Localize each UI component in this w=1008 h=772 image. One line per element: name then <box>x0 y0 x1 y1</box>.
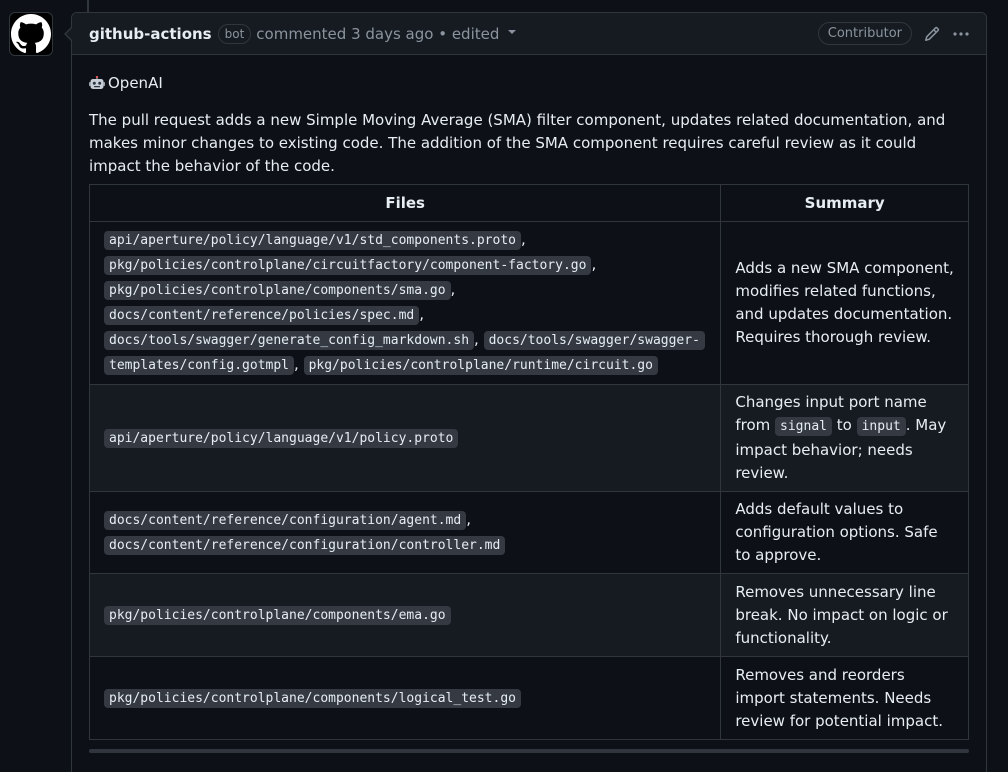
summary-header: Summary <box>720 184 969 222</box>
files-header: Files <box>88 184 722 222</box>
summary-cell: Removes and reorders import statements. … <box>720 656 969 740</box>
file-path-code: docs/content/reference/policies/spec.md <box>104 306 420 325</box>
file-separator: , <box>466 509 471 528</box>
file-separator: , <box>474 330 479 348</box>
agent-name: OpenAI <box>108 73 163 92</box>
kebab-horizontal-icon <box>953 31 969 36</box>
file-path-code: docs/tools/swagger/generate_config_markd… <box>104 331 475 350</box>
file-path-code: docs/content/reference/configuration/age… <box>104 510 467 530</box>
file-separator: , <box>591 255 597 273</box>
intro-paragraph: The pull request adds a new Simple Movin… <box>89 111 946 175</box>
author-link[interactable]: github-actions <box>89 25 212 43</box>
summary-text: to <box>832 416 857 434</box>
files-cell: docs/content/reference/configuration/age… <box>88 491 722 574</box>
comment-card: github-actions bot commented 3 days ago … <box>64 12 987 772</box>
page: github-actions bot commented 3 days ago … <box>0 0 1008 772</box>
table-header-row: Files Summary <box>88 184 969 222</box>
more-options-button[interactable] <box>952 26 970 42</box>
file-path-code: pkg/policies/controlplane/runtime/circui… <box>303 356 658 375</box>
summary-text: Adds default values to configuration opt… <box>735 500 938 564</box>
file-path-code: api/aperture/policy/language/v1/policy.p… <box>104 428 459 448</box>
file-path-code: pkg/policies/controlplane/circuitfactory… <box>104 256 592 275</box>
bot-badge: bot <box>217 23 252 44</box>
file-path-code: docs/content/reference/configuration/con… <box>104 535 506 555</box>
comment-header: github-actions bot commented 3 days ago … <box>72 13 986 55</box>
contributor-badge: Contributor <box>817 22 912 45</box>
files-summary-table: Files Summary api/aperture/policy/langua… <box>88 184 969 740</box>
files-cell: pkg/policies/controlplane/components/ema… <box>88 573 722 657</box>
edit-history-dropdown[interactable] <box>507 27 517 40</box>
files-cell: api/aperture/policy/language/v1/std_comp… <box>88 221 722 385</box>
comment-caret-fill <box>66 27 73 41</box>
file-separator: , <box>450 280 456 298</box>
table-row: pkg/policies/controlplane/components/ema… <box>88 573 969 657</box>
summary-cell: Removes unnecessary line break. No impac… <box>720 573 969 657</box>
summary-cell: Adds default values to configuration opt… <box>720 491 969 574</box>
file-path-code: pkg/policies/controlplane/components/log… <box>104 688 521 708</box>
files-cell: pkg/policies/controlplane/components/log… <box>88 656 722 740</box>
summary-inline-code: input <box>856 417 906 436</box>
robot-emoji-icon <box>89 76 105 89</box>
file-path-code: pkg/policies/controlplane/components/ema… <box>104 605 451 625</box>
timeline-line <box>87 0 89 12</box>
comment-footer-divider <box>89 749 969 753</box>
table-body: api/aperture/policy/language/v1/std_comp… <box>88 221 969 740</box>
summary-text: Removes and reorders import statements. … <box>735 665 943 730</box>
table-row: api/aperture/policy/language/v1/std_comp… <box>88 221 969 385</box>
comment-meta[interactable]: commented 3 days ago • edited <box>256 25 499 43</box>
comment-body: OpenAI The pull request adds a new Simpl… <box>72 55 986 740</box>
file-separator: , <box>294 355 299 373</box>
file-separator: , <box>521 230 526 248</box>
table-row: api/aperture/policy/language/v1/policy.p… <box>88 384 969 492</box>
pencil-icon <box>924 26 940 41</box>
summary-text: Adds a new SMA component, modifies relat… <box>735 259 954 346</box>
edit-button[interactable] <box>924 26 940 42</box>
summary-text: Removes unnecessary line break. No impac… <box>735 582 948 647</box>
file-path-code: api/aperture/policy/language/v1/std_comp… <box>104 231 521 250</box>
table-row: pkg/policies/controlplane/components/log… <box>88 656 969 740</box>
table-row: docs/content/reference/configuration/age… <box>88 491 969 574</box>
github-logo-icon <box>11 14 51 54</box>
triangle-down-icon <box>508 30 517 34</box>
summary-cell: Changes input port name from signal to i… <box>720 384 969 492</box>
files-cell: api/aperture/policy/language/v1/policy.p… <box>88 384 722 492</box>
agent-line: OpenAI <box>89 74 969 92</box>
file-path-code: pkg/policies/controlplane/components/sma… <box>104 281 451 300</box>
summary-cell: Adds a new SMA component, modifies relat… <box>720 221 969 385</box>
summary-inline-code: signal <box>775 417 832 436</box>
avatar[interactable] <box>9 12 53 56</box>
header-actions: Contributor <box>817 22 970 45</box>
file-separator: , <box>419 305 425 323</box>
